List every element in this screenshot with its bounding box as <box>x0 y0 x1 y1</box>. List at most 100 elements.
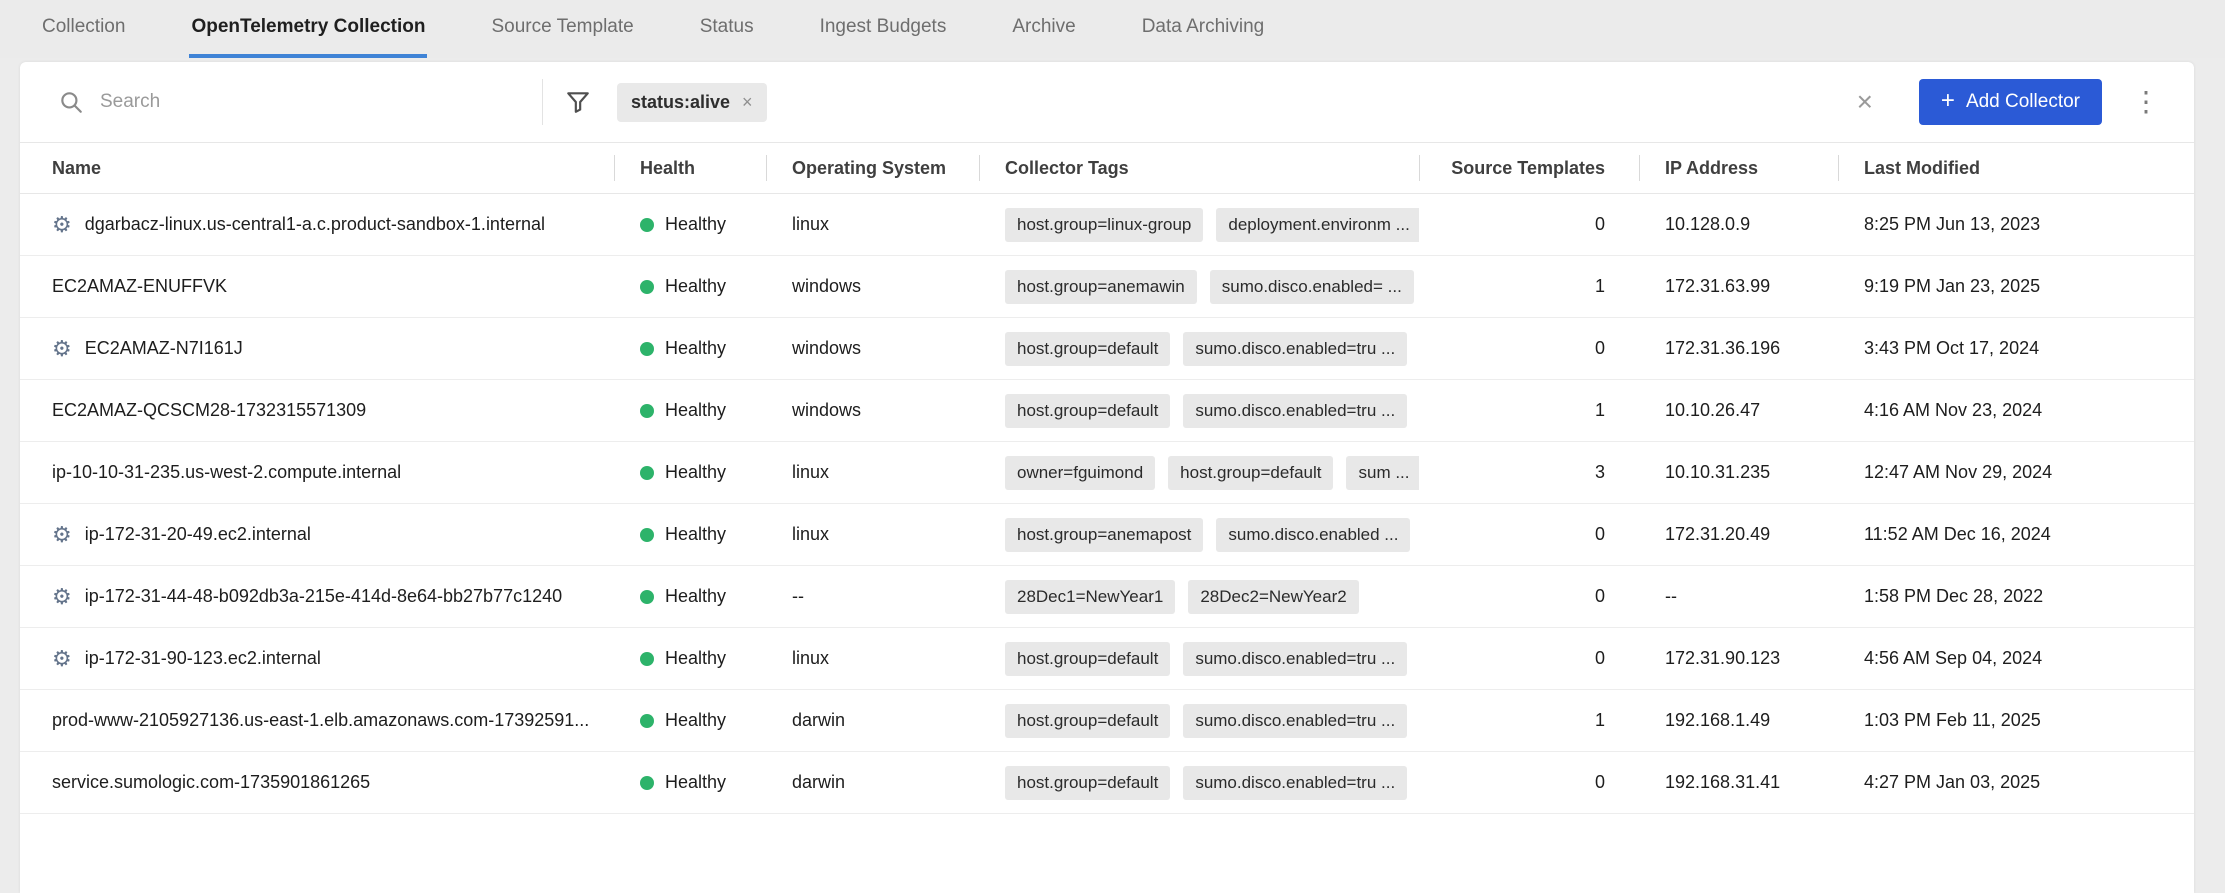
name-cell: ⚙EC2AMAZ-N7I161J <box>20 318 614 380</box>
column-header-ip-address[interactable]: IP Address <box>1639 143 1838 194</box>
collector-name: prod-www-2105927136.us-east-1.elb.amazon… <box>52 710 589 731</box>
health-cell: Healthy <box>614 442 766 504</box>
table-row[interactable]: ⚙dgarbacz-linux.us-central1-a.c.product-… <box>20 194 2194 256</box>
otel-collector-gear-icon: ⚙ <box>52 338 72 360</box>
ip-address-cell: 172.31.36.196 <box>1639 318 1838 380</box>
health-cell: Healthy <box>614 256 766 318</box>
name-cell: prod-www-2105927136.us-east-1.elb.amazon… <box>20 690 614 752</box>
table-row[interactable]: ⚙ip-172-31-90-123.ec2.internalHealthylin… <box>20 628 2194 690</box>
ip-address-cell: 10.10.31.235 <box>1639 442 1838 504</box>
tab-data-archiving[interactable]: Data Archiving <box>1140 0 1267 58</box>
filter-chip-label: status:alive <box>631 92 730 113</box>
tag-chip: host.group=linux-group <box>1005 208 1203 242</box>
more-options-icon[interactable]: ⋮ <box>2132 88 2160 116</box>
name-cell: ⚙ip-172-31-44-48-b092db3a-215e-414d-8e64… <box>20 566 614 628</box>
source-templates-cell: 0 <box>1419 566 1639 628</box>
tag-chip: sumo.disco.enabled= ... <box>1210 270 1414 304</box>
source-templates-cell: 0 <box>1419 628 1639 690</box>
column-header-health[interactable]: Health <box>614 143 766 194</box>
tags-cell: host.group=defaultsumo.disco.enabled=tru… <box>979 628 1419 690</box>
tag-chip: sumo.disco.enabled=tru ... <box>1183 394 1407 428</box>
os-cell: darwin <box>766 752 979 814</box>
tag-chip: host.group=default <box>1005 766 1170 800</box>
filter-chip[interactable]: status:alive × <box>617 83 767 122</box>
source-templates-cell: 0 <box>1419 752 1639 814</box>
source-templates-cell: 1 <box>1419 380 1639 442</box>
last-modified-cell: 9:19 PM Jan 23, 2025 <box>1838 256 2194 318</box>
filter-funnel-icon[interactable] <box>565 89 591 115</box>
tags-cell: host.group=linux-groupdeployment.environ… <box>979 194 1419 256</box>
ip-address-cell: 192.168.31.41 <box>1639 752 1838 814</box>
table-row[interactable]: ⚙ip-172-31-20-49.ec2.internalHealthylinu… <box>20 504 2194 566</box>
add-collector-button[interactable]: + Add Collector <box>1919 79 2102 125</box>
table-row[interactable]: ip-10-10-31-235.us-west-2.compute.intern… <box>20 442 2194 504</box>
toolbar: status:alive × × + Add Collector ⋮ <box>20 62 2194 142</box>
os-cell: linux <box>766 194 979 256</box>
source-templates-cell: 0 <box>1419 504 1639 566</box>
health-dot-icon <box>640 714 654 728</box>
ip-address-cell: 10.128.0.9 <box>1639 194 1838 256</box>
clear-filters-icon[interactable]: × <box>1857 88 1873 116</box>
table-row[interactable]: service.sumologic.com-1735901861265 Healt… <box>20 752 2194 814</box>
health-dot-icon <box>640 776 654 790</box>
tag-chip: sumo.disco.enabled=tru ... <box>1183 704 1407 738</box>
source-templates-cell: 1 <box>1419 690 1639 752</box>
os-cell: darwin <box>766 690 979 752</box>
health-dot-icon <box>640 342 654 356</box>
tag-chip: host.group=default <box>1005 642 1170 676</box>
tab-collection[interactable]: Collection <box>40 0 127 58</box>
tag-chip: sum ... <box>1346 456 1419 490</box>
table-row[interactable]: prod-www-2105927136.us-east-1.elb.amazon… <box>20 690 2194 752</box>
table-row[interactable]: ⚙ip-172-31-44-48-b092db3a-215e-414d-8e64… <box>20 566 2194 628</box>
last-modified-cell: 1:58 PM Dec 28, 2022 <box>1838 566 2194 628</box>
tab-status[interactable]: Status <box>698 0 756 58</box>
column-header-last-modified[interactable]: Last Modified <box>1838 143 2194 194</box>
health-cell: Healthy <box>614 628 766 690</box>
source-templates-cell: 1 <box>1419 256 1639 318</box>
health-dot-icon <box>640 590 654 604</box>
tab-opentelemetry-collection[interactable]: OpenTelemetry Collection <box>189 0 427 58</box>
table-row[interactable]: EC2AMAZ-ENUFFVKHealthywindowshost.group=… <box>20 256 2194 318</box>
health-label: Healthy <box>665 214 726 235</box>
tag-chip: 28Dec1=NewYear1 <box>1005 580 1175 614</box>
plus-icon: + <box>1941 89 1955 113</box>
health-label: Healthy <box>665 710 726 731</box>
table-row[interactable]: ⚙EC2AMAZ-N7I161JHealthywindowshost.group… <box>20 318 2194 380</box>
search-icon <box>58 89 84 115</box>
tab-ingest-budgets[interactable]: Ingest Budgets <box>818 0 949 58</box>
filter-chip-close-icon[interactable]: × <box>742 93 753 111</box>
add-collector-label: Add Collector <box>1966 91 2080 113</box>
name-cell: ⚙ip-172-31-90-123.ec2.internal <box>20 628 614 690</box>
name-cell: ip-10-10-31-235.us-west-2.compute.intern… <box>20 442 614 504</box>
last-modified-cell: 4:56 AM Sep 04, 2024 <box>1838 628 2194 690</box>
ip-address-cell: 192.168.1.49 <box>1639 690 1838 752</box>
name-cell: ⚙dgarbacz-linux.us-central1-a.c.product-… <box>20 194 614 256</box>
ip-address-cell: 172.31.20.49 <box>1639 504 1838 566</box>
ip-address-cell: 172.31.90.123 <box>1639 628 1838 690</box>
table-body: ⚙dgarbacz-linux.us-central1-a.c.product-… <box>20 194 2194 814</box>
health-cell: Healthy <box>614 752 766 814</box>
tag-chip: owner=fguimond <box>1005 456 1155 490</box>
table-row[interactable]: EC2AMAZ-QCSCM28-1732315571309Healthywind… <box>20 380 2194 442</box>
health-label: Healthy <box>665 276 726 297</box>
health-cell: Healthy <box>614 690 766 752</box>
last-modified-cell: 4:27 PM Jan 03, 2025 <box>1838 752 2194 814</box>
name-cell: EC2AMAZ-ENUFFVK <box>20 256 614 318</box>
health-cell: Healthy <box>614 318 766 380</box>
search-input[interactable] <box>98 90 542 114</box>
os-cell: windows <box>766 318 979 380</box>
column-header-name[interactable]: Name <box>20 143 614 194</box>
column-header-collector-tags[interactable]: Collector Tags <box>979 143 1419 194</box>
ip-address-cell: -- <box>1639 566 1838 628</box>
source-templates-cell: 0 <box>1419 194 1639 256</box>
toolbar-divider <box>542 79 543 125</box>
name-cell: ⚙ip-172-31-20-49.ec2.internal <box>20 504 614 566</box>
tags-cell: host.group=defaultsumo.disco.enabled=tru… <box>979 690 1419 752</box>
tab-archive[interactable]: Archive <box>1010 0 1077 58</box>
tab-source-template[interactable]: Source Template <box>489 0 635 58</box>
table-header-row: Name Health Operating System Collector T… <box>20 143 2194 194</box>
source-templates-cell: 0 <box>1419 318 1639 380</box>
column-header-operating-system[interactable]: Operating System <box>766 143 979 194</box>
collector-name: service.sumologic.com-1735901861265 <box>52 772 370 793</box>
column-header-source-templates[interactable]: Source Templates <box>1419 143 1639 194</box>
